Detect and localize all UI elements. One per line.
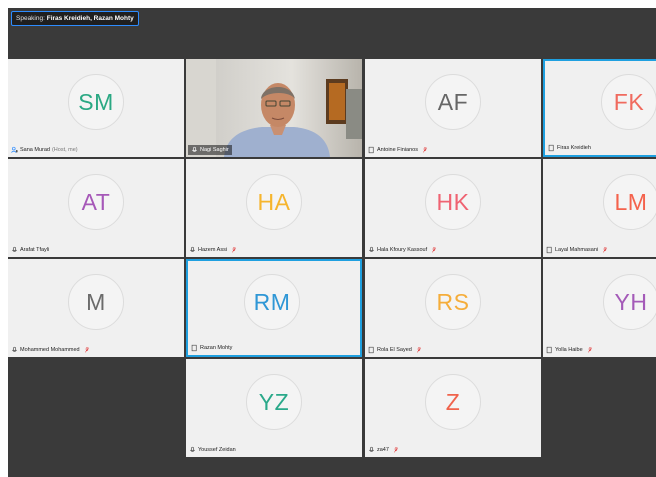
avatar-initials: SM	[78, 88, 114, 115]
avatar: LM	[603, 174, 656, 230]
participant-name: za47	[377, 447, 389, 453]
window-icon	[368, 346, 374, 354]
host-icon	[11, 146, 18, 153]
audio-icon	[369, 246, 374, 252]
participant-name: Arafat Tfayli	[20, 247, 50, 253]
muted-mic-icon	[432, 247, 437, 253]
participant-name: Rola El Sayed	[377, 347, 412, 353]
muted-mic-icon	[603, 247, 608, 253]
participant-tile-hala-kfoury-kassouf[interactable]: HK Hala Kfoury Kassouf	[365, 159, 541, 257]
participant-name: Sana Murad	[20, 147, 50, 153]
avatar-initials: YH	[614, 288, 648, 315]
audio-icon	[369, 446, 374, 452]
participant-tile-hazem-assi[interactable]: HA Hazem Assi	[186, 159, 362, 257]
participant-name-bar: Hala Kfoury Kassouf	[368, 245, 437, 255]
avatar: HA	[246, 174, 302, 230]
avatar: YH	[603, 274, 656, 330]
participant-name: Nagi Saghir	[200, 147, 229, 153]
participant-name-bar: Yolla Haibe	[546, 345, 593, 355]
avatar-initials: FK	[613, 88, 645, 115]
window-icon	[548, 144, 554, 152]
muted-mic-icon	[422, 147, 428, 153]
participant-name-bar: Youssef Zeidan	[189, 445, 236, 455]
avatar: Z	[425, 374, 481, 430]
window-icon	[191, 344, 197, 352]
participant-tile-za47[interactable]: Z za47	[365, 359, 541, 457]
avatar-initials: AT	[81, 188, 111, 215]
participant-name: Youssef Zeidan	[198, 447, 236, 453]
participant-name: Antoine Finianos	[377, 147, 418, 153]
muted-mic-icon	[416, 347, 421, 353]
audio-icon	[12, 246, 17, 252]
window-icon	[368, 146, 374, 154]
window-icon	[546, 346, 552, 354]
avatar-initials: YZ	[258, 388, 290, 415]
avatar-initials: RM	[253, 288, 291, 315]
participant-name: Hazem Assi	[198, 247, 228, 253]
audio-icon	[12, 346, 17, 352]
participant-tile-rola-el-sayed[interactable]: RS Rola El Sayed	[365, 259, 541, 357]
avatar: FK	[601, 74, 656, 130]
speaking-names: Firas Kreidieh, Razan Mohty	[46, 15, 134, 22]
participant-tile-sana-murad[interactable]: SM Sana Murad (Host, me)	[8, 59, 184, 157]
participant-name-bar: za47	[368, 445, 399, 455]
participant-tile-antoine-finianos[interactable]: AF Antoine Finianos	[365, 59, 541, 157]
audio-icon	[190, 246, 195, 252]
participant-name-bar: Antoine Finianos	[368, 145, 428, 155]
participant-name-bar: Arafat Tfayli	[11, 245, 49, 255]
audio-icon	[190, 446, 195, 452]
participant-tile-razan-mohty[interactable]: RM Razan Mohty	[186, 259, 362, 357]
participant-name: Razan Mohty	[200, 345, 233, 351]
avatar-initials: M	[86, 288, 106, 315]
participant-name: Layal Mahmasani	[555, 247, 599, 253]
participant-name-bar: Razan Mohty	[191, 343, 232, 353]
avatar: RS	[425, 274, 481, 330]
avatar: M	[68, 274, 124, 330]
speaking-prefix: Speaking:	[16, 15, 47, 22]
participant-tile-youssef-zeidan[interactable]: YZ Youssef Zeidan	[186, 359, 362, 457]
participant-name-bar: Mohammed Mohammed	[11, 345, 90, 355]
participant-name-bar: Layal Mahmasani	[546, 245, 608, 255]
participant-name-bar: Rola El Sayed	[368, 345, 422, 355]
avatar-initials: RS	[436, 288, 470, 315]
muted-mic-icon	[232, 247, 237, 253]
muted-mic-icon	[393, 447, 398, 453]
participant-name-bar: Nagi Saghir	[188, 145, 232, 155]
participant-name: Firas Kreidieh	[557, 145, 591, 151]
participant-name: Mohammed Mohammed	[20, 347, 80, 353]
muted-mic-icon	[587, 347, 592, 353]
avatar-initials: Z	[445, 388, 461, 415]
avatar-initials: AF	[437, 88, 469, 115]
participant-tile-nagi-saghir[interactable]: Nagi Saghir	[186, 59, 362, 157]
avatar: AF	[425, 74, 481, 130]
participant-name-bar: Sana Murad (Host, me)	[11, 145, 78, 155]
active-speaker-label: Speaking: Firas Kreidieh, Razan Mohty	[11, 11, 139, 26]
participant-tile-firas-kreidieh[interactable]: FK Firas Kreidieh	[543, 59, 656, 157]
avatar: HK	[425, 174, 481, 230]
participant-tile-mohammed-mohammed[interactable]: M Mohammed Mohammed	[8, 259, 184, 357]
avatar-initials: HK	[436, 188, 470, 215]
participant-tile-arafat-tfayli[interactable]: AT Arafat Tfayli	[8, 159, 184, 257]
avatar-initials: HA	[257, 188, 291, 215]
muted-mic-icon	[84, 347, 89, 353]
zoom-gallery-view: Speaking: Firas Kreidieh, Razan Mohty SM…	[8, 8, 656, 477]
avatar: SM	[68, 74, 124, 130]
participant-tile-layal-mahmasani[interactable]: LM Layal Mahmasani	[543, 159, 656, 257]
participant-name-bar: Firas Kreidieh	[548, 143, 591, 153]
window-icon	[546, 246, 552, 254]
audio-icon	[192, 146, 197, 152]
avatar: YZ	[246, 374, 302, 430]
avatar-initials: LM	[614, 188, 648, 215]
participant-name-bar: Hazem Assi	[189, 245, 237, 255]
participant-tile-yolla-haibe[interactable]: YH Yolla Haibe	[543, 259, 656, 357]
avatar: AT	[68, 174, 124, 230]
participant-role: (Host, me)	[51, 147, 78, 153]
participant-name: Yolla Haibe	[555, 347, 583, 353]
participant-name: Hala Kfoury Kassouf	[377, 247, 428, 253]
avatar: RM	[244, 274, 300, 330]
